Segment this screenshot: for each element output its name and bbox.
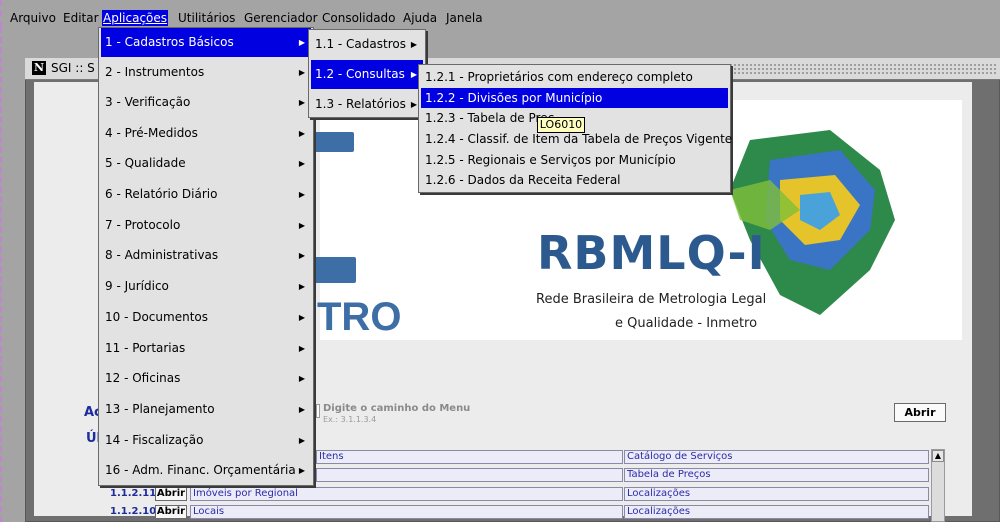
app-icon: N (32, 61, 46, 75)
menu-item-portarias[interactable]: 11 - Portarias ▶ (101, 334, 311, 363)
recent-item-code: 1.1.2.11 (110, 488, 157, 499)
menu-item-juridico[interactable]: 9 - Jurídico ▶ (101, 272, 311, 301)
chevron-right-icon: ▶ (298, 129, 305, 138)
menu-item-regionais-e-servicos[interactable]: 1.2.5 - Regionais e Serviços por Municíp… (421, 150, 728, 170)
menu-item-verificacao[interactable]: 3 - Verificação ▶ (101, 88, 311, 117)
aplicacoes-menu: 1 - Cadastros Básicos ▶ 2 - Instrumentos ▶… (98, 27, 314, 486)
menu-editar[interactable]: Editar (62, 10, 100, 26)
chevron-right-icon: ▶ (298, 190, 305, 199)
menu-item-qualidade[interactable]: 5 - Qualidade ▶ (101, 149, 311, 178)
rbmlq-logo-text: RBMLQ-I (537, 226, 766, 280)
menu-item-label: 13 - Planejamento (105, 402, 215, 416)
menu-item-label: 6 - Relatório Diário (105, 187, 218, 201)
chevron-right-icon: ▶ (410, 70, 417, 79)
menu-item-label: 5 - Qualidade (105, 156, 186, 170)
menu-item-label: 9 - Jurídico (105, 279, 169, 293)
titlebar-texture (725, 63, 998, 74)
rbmlq-subtitle-line2: e Qualidade - Inmetro (615, 316, 758, 331)
chevron-right-icon: ▶ (298, 405, 305, 414)
recent-item-name[interactable] (316, 468, 623, 482)
menu-item-label: 12 - Oficinas (105, 371, 181, 385)
menu-item-label: 16 - Adm. Financ. Orçamentária (105, 463, 296, 477)
recent-open-button[interactable]: Abrir (155, 505, 187, 519)
recent-open-button[interactable]: Abrir (155, 487, 187, 501)
recent-item-group: Tabela de Preços (624, 468, 929, 482)
recent-item-name[interactable]: Locais (190, 505, 623, 519)
menu-item-documentos[interactable]: 10 - Documentos ▶ (101, 303, 311, 332)
menu-janela[interactable]: Janela (445, 10, 484, 26)
rbmlq-subtitle-line1: Rede Brasileira de Metrologia Legal (536, 292, 767, 307)
menu-item-label: 4 - Pré-Medidos (105, 126, 198, 140)
menu-ajuda[interactable]: Ajuda (402, 10, 438, 26)
menu-item-relatorios[interactable]: 1.3 - Relatórios ▶ (311, 90, 423, 119)
menu-item-cadastros[interactable]: 1.1 - Cadastros ▶ (311, 30, 423, 59)
cadastros-basicos-submenu: 1.1 - Cadastros ▶ 1.2 - Consultas ▶ 1.3 - … (308, 29, 426, 118)
menubar: Arquivo Editar Aplicações Utilitários Ge… (0, 0, 1000, 27)
inmetro-logo-bar-bottom (314, 257, 356, 283)
recent-item-group: Catálogo de Serviços (624, 450, 929, 464)
menu-item-label: 1 - Cadastros Básicos (105, 35, 234, 49)
menu-item-label: 2 - Instrumentos (105, 65, 205, 79)
menu-item-divisoes-por-municipio[interactable]: 1.2.2 - Divisões por Município (421, 88, 728, 108)
recent-item-name[interactable]: Itens (316, 450, 623, 464)
menu-aplicacoes[interactable]: Aplicações (102, 10, 169, 26)
menu-item-adm-financ-orcamentaria[interactable]: 16 - Adm. Financ. Orçamentária ▶ (101, 456, 311, 485)
recent-item-code: 1.1.2.10 (110, 506, 157, 517)
chevron-right-icon: ▶ (298, 68, 305, 77)
chevron-right-icon: ▶ (298, 374, 305, 383)
menu-item-label: 7 - Protocolo (105, 218, 181, 232)
chevron-right-icon: ▶ (298, 313, 305, 322)
chevron-right-icon: ▶ (410, 100, 417, 109)
menu-path-input[interactable] (316, 404, 320, 418)
menu-item-label: 10 - Documentos (105, 310, 208, 324)
menu-item-label: 1.2 - Consultas (315, 67, 405, 81)
menu-gerenciador[interactable]: Gerenciador (243, 10, 319, 26)
menu-item-label: 3 - Verificação (105, 95, 191, 109)
menu-item-fiscalizacao[interactable]: 14 - Fiscalização ▶ (101, 426, 311, 455)
menu-item-dados-receita-federal[interactable]: 1.2.6 - Dados da Receita Federal (421, 170, 728, 190)
inner-window-title: SGI :: S (51, 61, 95, 75)
inmetro-logo-text: TRO (317, 295, 402, 339)
menu-path-hint: Digite o caminho do Menu (323, 403, 471, 414)
menu-item-administrativas[interactable]: 8 - Administrativas ▶ (101, 241, 311, 270)
window-border (0, 27, 2, 522)
menu-item-relatorio-diario[interactable]: 6 - Relatório Diário ▶ (101, 180, 311, 209)
menu-item-cadastros-basicos[interactable]: 1 - Cadastros Básicos ▶ (101, 28, 311, 57)
chevron-right-icon: ▶ (298, 344, 305, 353)
menu-item-label: 14 - Fiscalização (105, 433, 204, 447)
tooltip: LO6010 (537, 117, 585, 133)
menu-item-protocolo[interactable]: 7 - Protocolo ▶ (101, 211, 311, 240)
menu-item-proprietarios[interactable]: 1.2.1 - Proprietários com endereço compl… (421, 67, 728, 87)
chevron-right-icon: ▶ (298, 38, 305, 47)
open-path-button[interactable]: Abrir (894, 403, 946, 422)
menu-item-label: 8 - Administrativas (105, 248, 219, 262)
menu-item-oficinas[interactable]: 12 - Oficinas ▶ (101, 364, 311, 393)
menu-item-pre-medidos[interactable]: 4 - Pré-Medidos ▶ (101, 119, 311, 148)
recent-item-name[interactable]: Imóveis por Regional (190, 487, 623, 501)
chevron-right-icon: ▶ (410, 40, 417, 49)
menu-path-example: Ex.: 3.1.1.3.4 (323, 415, 377, 424)
menu-arquivo[interactable]: Arquivo (9, 10, 57, 26)
menu-consolidado[interactable]: Consolidado (321, 10, 397, 26)
menu-item-planejamento[interactable]: 13 - Planejamento ▶ (101, 395, 311, 424)
menu-item-consultas[interactable]: 1.2 - Consultas ▶ (311, 60, 423, 89)
chevron-right-icon: ▶ (298, 436, 305, 445)
menu-item-label: 1.3 - Relatórios (315, 97, 406, 111)
menu-item-instrumentos[interactable]: 2 - Instrumentos ▶ (101, 58, 311, 87)
menu-utilitarios[interactable]: Utilitários (177, 10, 236, 26)
chevron-right-icon: ▶ (298, 98, 305, 107)
chevron-right-icon: ▶ (298, 282, 305, 291)
chevron-right-icon: ▶ (298, 251, 305, 260)
recent-item-group: Localizações (624, 487, 929, 501)
inmetro-logo-bar-top (314, 132, 354, 152)
chevron-right-icon: ▶ (298, 221, 305, 230)
scroll-up-icon[interactable]: ▲ (932, 450, 944, 462)
menu-item-label: 11 - Portarias (105, 341, 186, 355)
menu-item-label: 1.1 - Cadastros (315, 37, 406, 51)
brazil-map-icon (730, 130, 895, 315)
chevron-right-icon: ▶ (298, 159, 305, 168)
chevron-right-icon: ▶ (298, 466, 305, 475)
recent-item-group: Localizações (624, 505, 929, 519)
